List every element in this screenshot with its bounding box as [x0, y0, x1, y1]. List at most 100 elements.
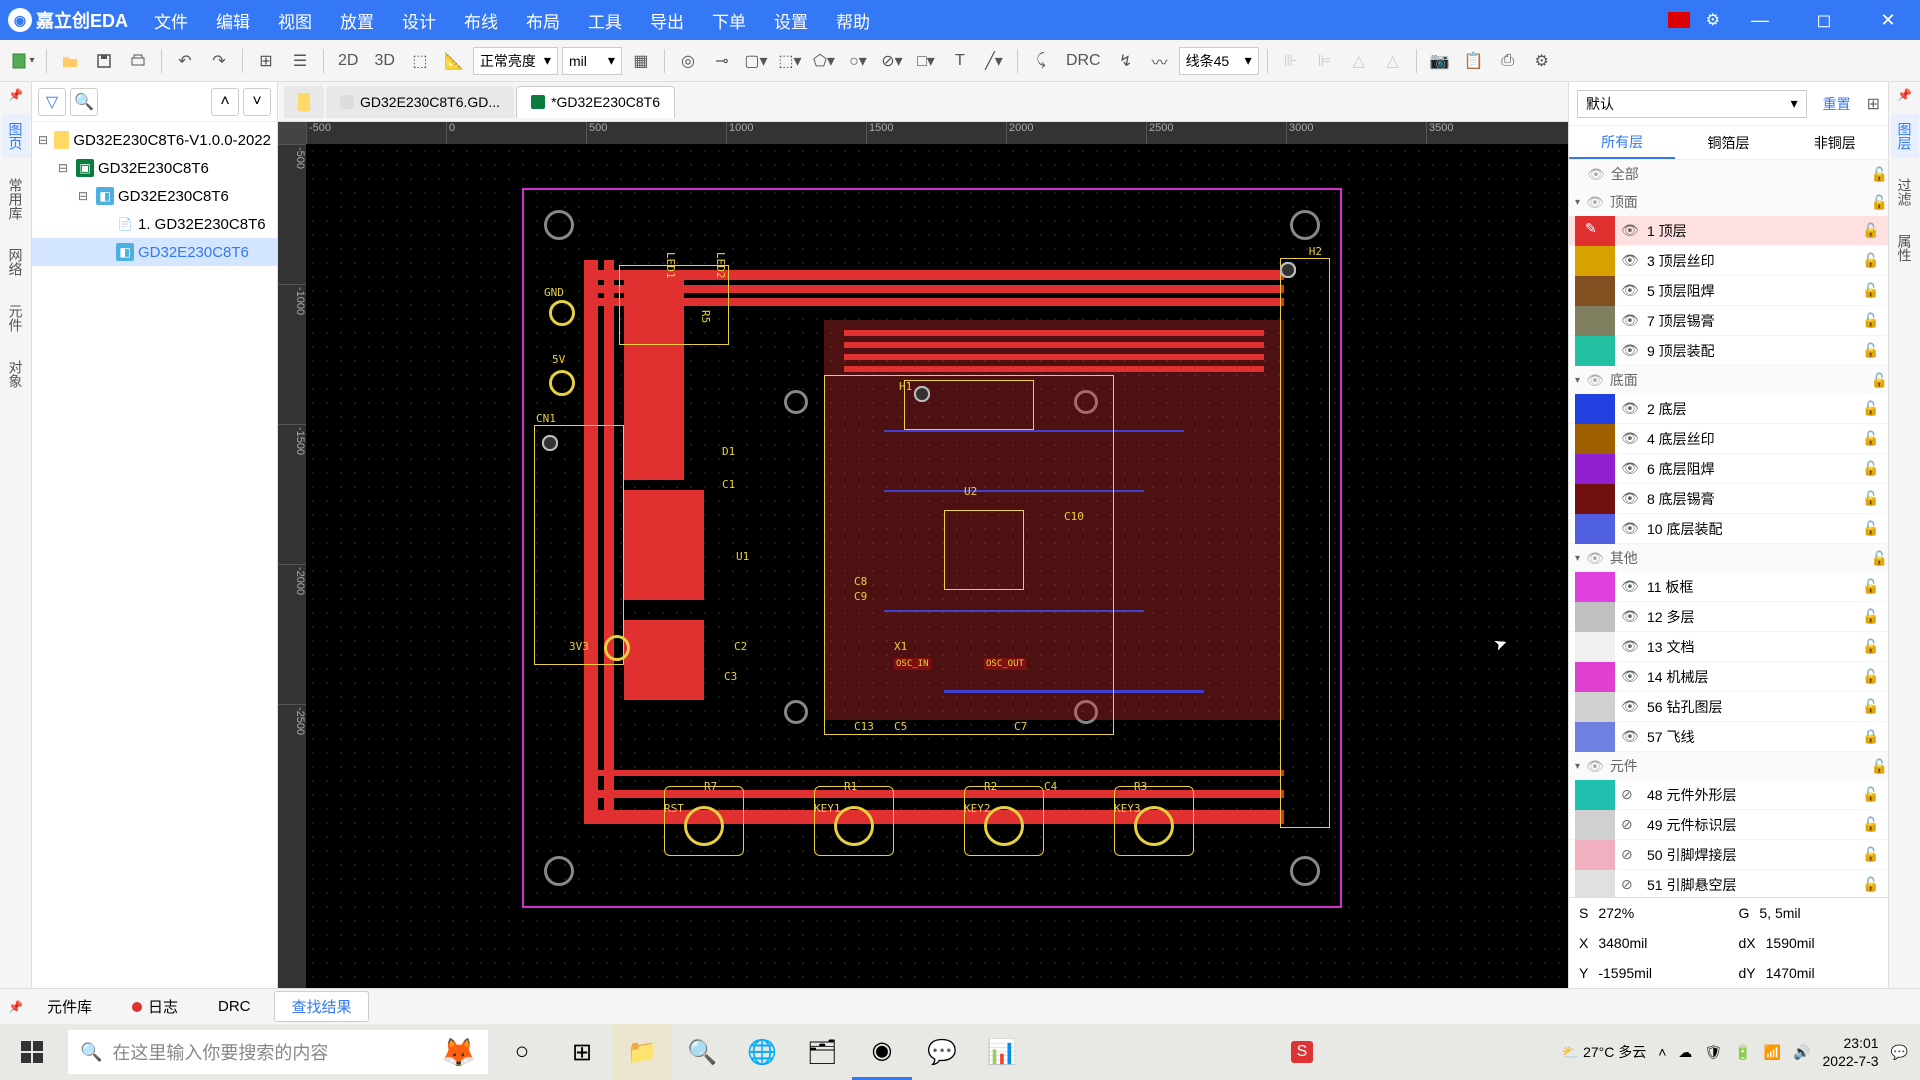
minimize-button[interactable]: — — [1736, 10, 1784, 31]
rail-tab-objects[interactable]: 对象 — [2, 352, 30, 396]
pin-icon[interactable]: 📌 — [8, 88, 23, 102]
start-button[interactable] — [0, 1024, 64, 1080]
layers-settings-icon[interactable]: ⊞ — [1867, 94, 1880, 114]
tray-notifications-icon[interactable]: 💬 — [1891, 1044, 1908, 1061]
tree-sheet[interactable]: 📄 1. GD32E230C8T6 — [32, 210, 277, 238]
rail-tab-commonlib[interactable]: 常用库 — [2, 170, 30, 228]
layer-row[interactable]: 👁 56 钻孔图层 🔓 — [1569, 692, 1888, 722]
layer-row[interactable]: 👁 6 底层阻焊 🔓 — [1569, 454, 1888, 484]
menu-order[interactable]: 下单 — [698, 0, 760, 41]
rail-tab-layers[interactable]: 图层 — [1891, 114, 1919, 158]
bottom-tab-log[interactable]: 日志 — [116, 992, 194, 1021]
tree-pcb[interactable]: ◧ GD32E230C8T6 — [32, 238, 277, 266]
layer-row[interactable]: ⊘ 51 引脚悬空层 🔓 — [1569, 870, 1888, 897]
brightness-select[interactable]: 正常亮度▾ — [473, 47, 558, 75]
grid-snap-button[interactable]: ⊞ — [251, 46, 281, 76]
lock-icon[interactable]: 🔓 — [1862, 668, 1882, 685]
visibility-toggle-icon[interactable]: ⊘ — [1621, 876, 1641, 893]
visibility-toggle-icon[interactable]: 👁 — [1621, 252, 1641, 269]
pin-icon[interactable]: 📌 — [1897, 88, 1912, 102]
rail-tab-filter[interactable]: 过滤 — [1891, 170, 1919, 214]
taskbar-taskview[interactable]: ⊞ — [552, 1024, 612, 1080]
layer-row[interactable]: ✎ 👁 1 顶层 🔓 — [1569, 216, 1888, 246]
weather-widget[interactable]: ⛅ 27°C 多云 — [1562, 1042, 1647, 1062]
menu-help[interactable]: 帮助 — [822, 0, 884, 41]
layer-row[interactable]: 👁 57 飞线 🔒 — [1569, 722, 1888, 752]
bottom-tab-library[interactable]: 元件库 — [31, 992, 108, 1021]
visibility-toggle-icon[interactable]: ⊘ — [1621, 786, 1641, 803]
visibility-toggle-icon[interactable]: 👁 — [1621, 460, 1641, 477]
tray-battery-icon[interactable]: 🔋 — [1734, 1044, 1751, 1061]
lock-icon[interactable]: 🔓 — [1862, 520, 1882, 537]
preferences-button[interactable]: ⚙ — [1527, 46, 1557, 76]
rail-tab-properties[interactable]: 属性 — [1891, 226, 1919, 270]
taskbar-cortana[interactable]: ○ — [492, 1024, 552, 1080]
route-tune-button[interactable]: 〰 — [1145, 46, 1175, 76]
unit-select[interactable]: mil▾ — [562, 47, 622, 75]
route-mode-select[interactable]: 线条45▾ — [1179, 47, 1259, 75]
filter-icon[interactable]: ▽ — [38, 88, 66, 116]
align-button[interactable]: ☰ — [285, 46, 315, 76]
new-button[interactable]: ▾ — [8, 46, 38, 76]
menu-view[interactable]: 视图 — [264, 0, 326, 41]
undo-button[interactable]: ↶ — [170, 46, 200, 76]
visibility-toggle-icon[interactable]: 👁 — [1621, 638, 1641, 655]
view-2d-button[interactable]: 2D — [332, 52, 364, 70]
lock-icon[interactable]: 🔓 — [1862, 400, 1882, 417]
bottom-tab-drc[interactable]: DRC — [202, 994, 267, 1019]
open-folder-button[interactable] — [55, 46, 85, 76]
place-rect-button[interactable]: □▾ — [911, 46, 941, 76]
lock-icon[interactable]: 🔓 — [1862, 342, 1882, 359]
visibility-toggle-icon[interactable]: 👁 — [1621, 608, 1641, 625]
layer-row[interactable]: 👁 13 文档 🔓 — [1569, 632, 1888, 662]
visibility-toggle-icon[interactable]: 👁 — [1621, 490, 1641, 507]
tree-board[interactable]: ⊟◧ GD32E230C8T6 — [32, 182, 277, 210]
layer-preset-select[interactable]: 默认▾ — [1577, 90, 1807, 118]
layer-row[interactable]: 👁 14 机械层 🔓 — [1569, 662, 1888, 692]
view-3d-button[interactable]: 3D — [368, 52, 400, 70]
collapse-down-icon[interactable]: ˅ — [243, 88, 271, 116]
layer-row[interactable]: 👁 9 顶层装配 🔓 — [1569, 336, 1888, 366]
export-bom-button[interactable]: 📋 — [1459, 46, 1489, 76]
reset-layers-button[interactable]: 重置 — [1813, 90, 1861, 118]
tree-project[interactable]: ⊟▣ GD32E230C8T6 — [32, 154, 277, 182]
visibility-toggle-icon[interactable]: 👁 — [1621, 430, 1641, 447]
lock-icon[interactable]: 🔓 — [1862, 222, 1882, 239]
lock-icon[interactable]: 🔓 — [1862, 698, 1882, 715]
lock-icon[interactable]: 🔓 — [1862, 252, 1882, 269]
menu-place[interactable]: 放置 — [326, 0, 388, 41]
place-line-button[interactable]: ╱▾ — [979, 46, 1009, 76]
layer-row[interactable]: 👁 11 板框 🔓 — [1569, 572, 1888, 602]
lock-icon[interactable]: 🔓 — [1862, 490, 1882, 507]
tray-volume-icon[interactable]: 🔊 — [1793, 1044, 1810, 1061]
taskbar-app-sogou[interactable]: S — [1272, 1024, 1332, 1080]
layer-group-comp[interactable]: ▾👁元件🔓 — [1569, 752, 1888, 780]
visibility-toggle-icon[interactable]: 👁 — [1621, 222, 1641, 239]
maximize-button[interactable]: ◻ — [1800, 10, 1848, 31]
layer-row[interactable]: ⊘ 49 元件标识层 🔓 — [1569, 810, 1888, 840]
place-circle-button[interactable]: ○▾ — [843, 46, 873, 76]
place-keepout-button[interactable]: ⊘▾ — [877, 46, 907, 76]
tray-chevron-icon[interactable]: ˄ — [1658, 1044, 1666, 1060]
visibility-toggle-icon[interactable]: 👁 — [1621, 312, 1641, 329]
lock-icon[interactable]: 🔓 — [1862, 638, 1882, 655]
place-pad-button[interactable]: ▢▾ — [741, 46, 771, 76]
taskbar-app-ppt[interactable]: 📊 — [972, 1024, 1032, 1080]
lock-icon[interactable]: 🔓 — [1862, 460, 1882, 477]
visibility-toggle-icon[interactable]: 👁 — [1621, 282, 1641, 299]
layer-row[interactable]: ⊘ 48 元件外形层 🔓 — [1569, 780, 1888, 810]
select-area-button[interactable]: ⬚ — [405, 46, 435, 76]
visibility-toggle-icon[interactable]: 👁 — [1621, 578, 1641, 595]
settings-icon[interactable]: ⚙ — [1706, 10, 1720, 30]
layer-tab-noncopper[interactable]: 非铜层 — [1782, 126, 1888, 159]
rail-tab-nets[interactable]: 网络 — [2, 240, 30, 284]
menu-file[interactable]: 文件 — [140, 0, 202, 41]
layer-row[interactable]: 👁 2 底层 🔓 — [1569, 394, 1888, 424]
taskbar-search[interactable]: 🔍 在这里输入你要搜索的内容 🦊 — [68, 1030, 488, 1074]
menu-tools[interactable]: 工具 — [574, 0, 636, 41]
taskbar-app-files[interactable]: 🗂 — [792, 1024, 852, 1080]
pcb-canvas-wrap[interactable]: -5000500100015002000250030003500 -500-10… — [278, 122, 1568, 988]
layer-row[interactable]: 👁 5 顶层阻焊 🔓 — [1569, 276, 1888, 306]
tray-shield-icon[interactable]: 🛡 — [1704, 1044, 1722, 1061]
lock-icon[interactable]: 🔓 — [1862, 430, 1882, 447]
